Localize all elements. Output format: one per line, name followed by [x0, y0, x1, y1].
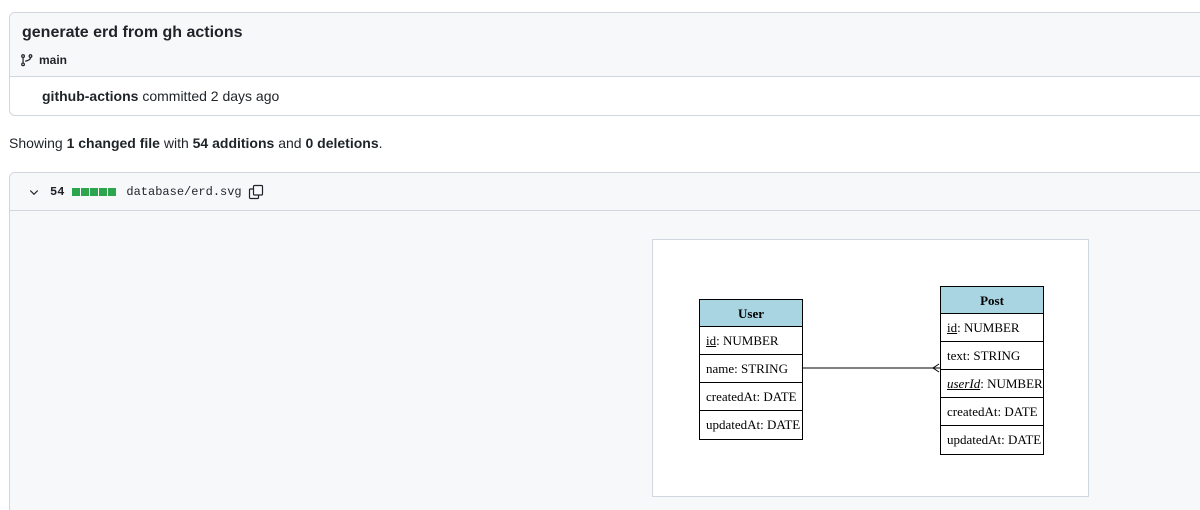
entity-field: createdAt: DATE — [941, 398, 1043, 426]
diff-summary: Showing 1 changed file with 54 additions… — [9, 135, 383, 151]
changed-files-count: 1 changed file — [66, 135, 160, 151]
entity-user-title: User — [700, 300, 802, 327]
entity-field: updatedAt: DATE — [706, 417, 801, 432]
branch-link[interactable]: main — [20, 53, 67, 67]
commit-header: generate erd from gh actions main github… — [9, 12, 1200, 116]
commit-action-text: committed 2 days ago — [142, 88, 280, 104]
file-additions-count: 54 — [50, 184, 65, 199]
commit-title-bar: generate erd from gh actions main — [10, 13, 1200, 77]
summary-with: with — [163, 135, 189, 151]
branch-name: main — [39, 53, 68, 67]
summary-prefix: Showing — [9, 135, 63, 151]
entity-field: name: STRING — [700, 355, 802, 383]
entity-field: updatedAt: DATE — [947, 432, 1042, 447]
additions-count: 54 additions — [192, 135, 275, 151]
diffstat-bar — [72, 187, 117, 196]
summary-and: and — [278, 135, 302, 151]
summary-end: . — [378, 135, 383, 151]
entity-post: Post id: NUMBER text: STRING userId: NUM… — [940, 286, 1044, 455]
entity-user: User id: NUMBER name: STRING createdAt: … — [699, 299, 803, 440]
commit-author-link[interactable]: github-actions — [42, 88, 138, 104]
entity-post-title: Post — [941, 287, 1043, 314]
copy-icon[interactable] — [248, 184, 264, 200]
commit-meta: github-actions committed 2 days ago — [42, 88, 279, 104]
file-path-link[interactable]: database/erd.svg — [126, 185, 241, 199]
commit-title: generate erd from gh actions — [22, 24, 243, 41]
entity-field: id: NUMBER — [700, 327, 802, 355]
file-header: 54 database/erd.svg — [10, 173, 1200, 211]
entity-field: id: NUMBER — [941, 314, 1043, 342]
chevron-down-icon[interactable] — [28, 186, 40, 198]
git-branch-icon — [20, 53, 34, 67]
deletions-count: 0 deletions — [305, 135, 379, 151]
entity-field: text: STRING — [941, 342, 1043, 370]
entity-field: createdAt: DATE — [700, 383, 802, 411]
erd-image: User id: NUMBER name: STRING createdAt: … — [652, 239, 1089, 497]
entity-field: userId: NUMBER — [941, 370, 1043, 398]
